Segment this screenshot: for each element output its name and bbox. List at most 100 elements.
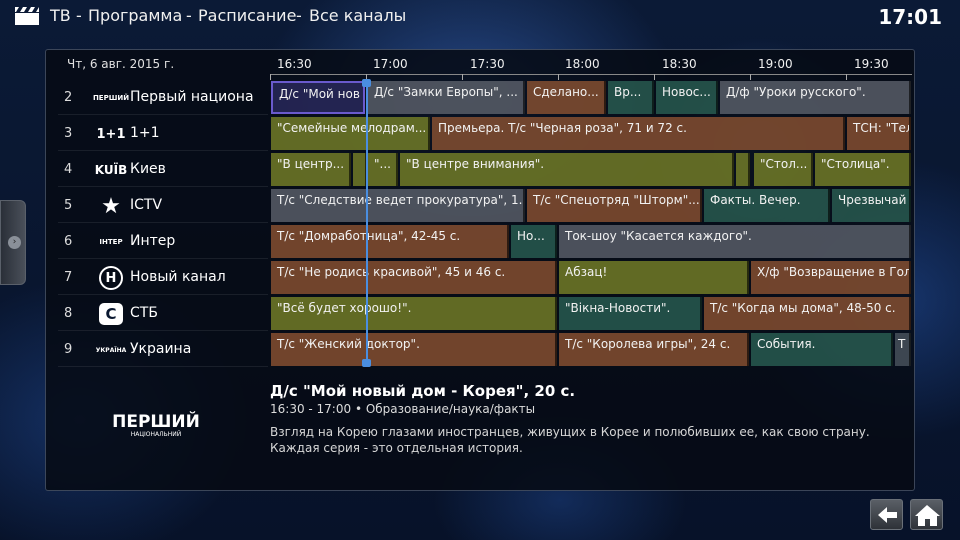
channel-logo: KUÏB — [94, 163, 128, 177]
channel-logo-large: ПЕРШИЙ НАЦІОНАЛЬНИЙ — [112, 410, 200, 438]
time-label: 16:30 — [277, 57, 312, 71]
channel-row[interactable]: 6 ІНТЕР Интер — [58, 225, 268, 259]
channel-name: 1+1 — [130, 125, 160, 141]
channel-logo: Н — [99, 266, 123, 290]
programme-cell[interactable]: Х/ф "Возвращение в Гол — [751, 261, 911, 294]
time-label: 19:30 — [854, 57, 889, 71]
programme-cell[interactable]: Ток-шоу "Касается каждого". — [559, 225, 911, 258]
channel-name: Киев — [130, 161, 166, 177]
breadcrumb-separator: - — [76, 6, 82, 25]
programme-cell[interactable]: "Семейные мелодрам... — [271, 117, 430, 150]
channel-number: 3 — [64, 126, 73, 141]
programme-cell[interactable]: "Вікна-Новости". — [559, 297, 702, 330]
programme-cell[interactable]: Абзац! — [559, 261, 749, 294]
programme-cell[interactable]: Т/с "Когда мы дома", 48-50 с. — [704, 297, 911, 330]
breadcrumb-programme[interactable]: Программа — [88, 6, 182, 25]
programme-cell[interactable]: Д/ф "Уроки русского". — [720, 81, 911, 114]
time-label: 17:00 — [373, 57, 408, 71]
time-label: 18:00 — [565, 57, 600, 71]
current-time-line — [366, 80, 368, 365]
channel-name: СТБ — [130, 305, 158, 321]
back-arrow-icon — [878, 507, 897, 523]
clock: 17:01 — [878, 5, 942, 29]
channel-logo-large-sub: НАЦІОНАЛЬНИЙ — [131, 431, 182, 438]
programme-cell[interactable]: "Столица". — [815, 153, 911, 186]
programme-cell[interactable]: Чрезвычай — [832, 189, 911, 222]
channel-logo: ПЕРШИЙ — [92, 94, 130, 102]
programme-cell[interactable]: "... — [368, 153, 398, 186]
programme-cell[interactable]: Т — [895, 333, 911, 366]
channel-name: Украина — [130, 341, 192, 357]
programme-cell[interactable]: "Стол... — [754, 153, 813, 186]
channel-row[interactable]: 9 УКРАЇНА Украина — [58, 333, 268, 367]
time-tick — [558, 74, 559, 80]
time-tick — [846, 74, 847, 80]
breadcrumb-tv[interactable]: ТВ — [50, 6, 71, 25]
channel-name: Первый национа — [130, 89, 254, 105]
programme-title: Д/с "Мой новый дом - Корея", 20 с. — [270, 382, 576, 400]
channel-row[interactable]: 5 ★ ICTV — [58, 189, 268, 223]
channel-row[interactable]: 7 Н Новый канал — [58, 261, 268, 295]
time-tick — [462, 74, 463, 80]
programme-cell[interactable]: Т/с "Не родись красивой", 45 и 46 с. — [271, 261, 557, 294]
programme-cell[interactable]: Премьера. Т/с "Черная роза", 71 и 72 с. — [432, 117, 845, 150]
channel-row[interactable]: 8 C СТБ — [58, 297, 268, 331]
home-icon — [915, 505, 940, 526]
channel-number: 4 — [64, 162, 73, 177]
programme-cell[interactable]: Но... — [511, 225, 557, 258]
breadcrumb-separator: - — [296, 6, 302, 25]
channel-name: ICTV — [130, 197, 163, 213]
programme-description: Взгляд на Корею глазами иностранцев, жив… — [270, 425, 870, 455]
channel-row[interactable]: 4 KUÏB Киев — [58, 153, 268, 187]
time-label: 17:30 — [470, 57, 505, 71]
programme-cell[interactable]: ТСН: "Тел — [847, 117, 911, 150]
channel-name: Интер — [130, 233, 176, 249]
time-tick — [654, 74, 655, 80]
time-label: 18:30 — [662, 57, 697, 71]
programme-cell[interactable]: События. — [751, 333, 893, 366]
channel-logo: ІНТЕР — [99, 238, 123, 246]
programme-cell[interactable]: Факты. Вечер. — [704, 189, 830, 222]
top-bar: ТВ - Программа - Расписание - Все каналы… — [0, 0, 960, 34]
programme-cell[interactable]: Сделано... — [527, 81, 606, 114]
programme-cell[interactable]: Т/с "Спецотряд "Шторм"... — [527, 189, 702, 222]
time-label: 19:00 — [758, 57, 793, 71]
back-button[interactable] — [870, 499, 903, 530]
channel-logo-large-main: ПЕРШИЙ — [112, 410, 200, 432]
clapperboard-icon — [15, 7, 39, 25]
time-tick — [750, 74, 751, 80]
programme-cell[interactable]: "Всё будет хорошо!". — [271, 297, 557, 330]
programme-cell[interactable]: Новос... — [656, 81, 718, 114]
side-menu-tab[interactable]: › — [0, 200, 26, 285]
channel-logo: C — [99, 303, 123, 325]
side-menu-icon: › — [8, 236, 21, 249]
home-button[interactable] — [910, 499, 943, 530]
channel-number: 2 — [64, 90, 73, 105]
current-time-marker — [362, 79, 371, 87]
channel-logo: 1+1 — [96, 126, 126, 142]
channel-number: 7 — [64, 270, 73, 285]
time-tick — [270, 74, 271, 80]
programme-cell[interactable]: Т/с "Королева игры", 24 с. — [559, 333, 749, 366]
programme-cell[interactable]: Д/с "Мой нов — [271, 81, 365, 114]
programme-cell[interactable]: Т/с "Женский доктор". — [271, 333, 557, 366]
breadcrumb-schedule[interactable]: Расписание — [198, 6, 296, 25]
programme-cell[interactable]: Д/с "Замки Европы", ... — [368, 81, 525, 114]
channel-row[interactable]: 2 ПЕРШИЙ Первый национа — [58, 81, 268, 115]
channel-number: 6 — [64, 234, 73, 249]
channel-logo: УКРАЇНА — [95, 346, 127, 354]
breadcrumb-all-channels[interactable]: Все каналы — [309, 6, 406, 25]
programme-cell[interactable]: "В центр... — [271, 153, 351, 186]
channel-row[interactable]: 3 1+1 1+1 — [58, 117, 268, 151]
breadcrumb-separator: - — [186, 6, 192, 25]
channel-number: 8 — [64, 306, 73, 321]
programme-cell[interactable] — [736, 153, 750, 186]
channel-name: Новый канал — [130, 269, 226, 285]
current-time-marker — [362, 359, 371, 367]
programme-cell[interactable]: Т/с "Домработница", 42-45 с. — [271, 225, 509, 258]
programme-cell[interactable] — [353, 153, 367, 186]
channel-number: 9 — [64, 342, 73, 357]
programme-cell[interactable]: Т/с "Следствие ведет прокуратура", 1... — [271, 189, 525, 222]
programme-cell[interactable]: Вр... — [608, 81, 654, 114]
programme-cell[interactable]: "В центре внимания". — [400, 153, 734, 186]
